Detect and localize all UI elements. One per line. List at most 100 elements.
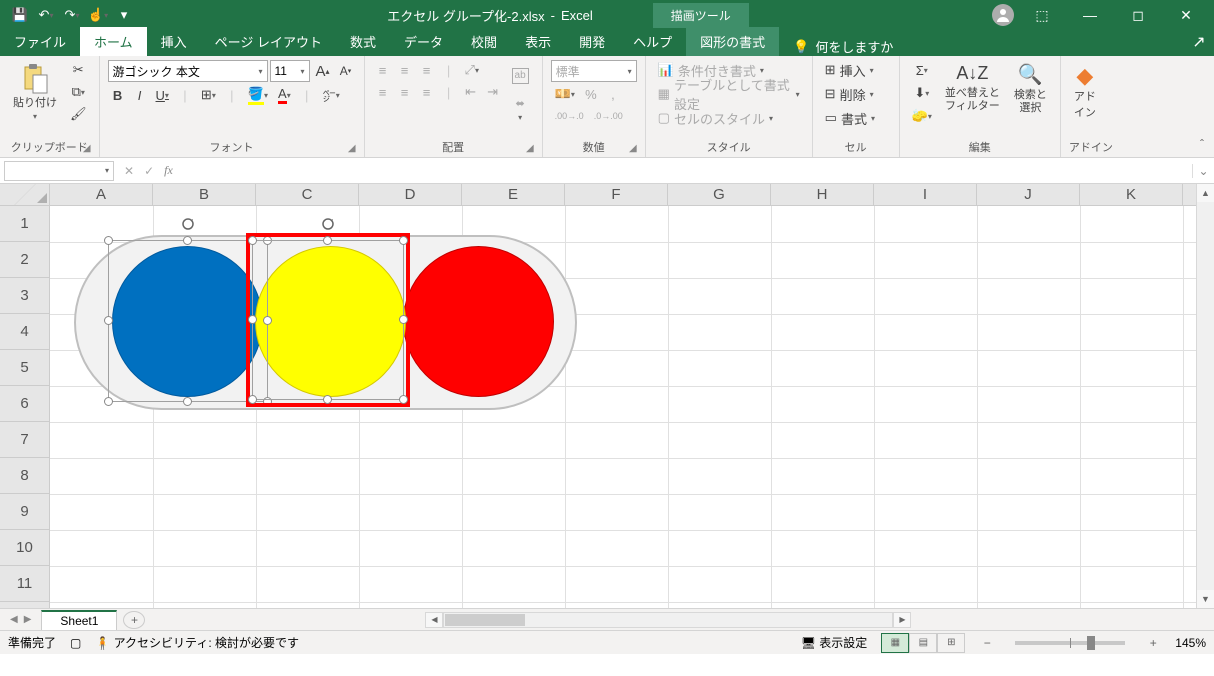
font-size-combo[interactable]: 11▾ [270, 60, 310, 82]
addins-button[interactable]: ◆ アド イン [1069, 60, 1101, 123]
align-middle-button[interactable]: ≡ [395, 60, 415, 80]
rotation-handle[interactable] [181, 217, 195, 231]
cell-styles-button[interactable]: ▢セルのスタイル▾ [654, 108, 804, 128]
tab-insert[interactable]: 挿入 [147, 27, 201, 56]
new-sheet-button[interactable]: + [123, 611, 145, 629]
horizontal-scrollbar[interactable]: ◀ ▶ [425, 612, 1214, 628]
user-account-button[interactable] [992, 4, 1014, 26]
scroll-track[interactable] [443, 612, 893, 628]
sheet-nav-next[interactable]: ▶ [24, 614, 32, 625]
scroll-thumb[interactable] [445, 614, 525, 626]
ribbon-display-options-button[interactable]: ⬚ [1022, 1, 1062, 29]
macro-record-button[interactable]: ▢ [70, 636, 81, 650]
close-button[interactable]: ✕ [1166, 1, 1206, 29]
column-header[interactable]: A [50, 184, 153, 205]
dialog-launcher-icon[interactable]: ◢ [629, 143, 637, 154]
zoom-slider-thumb[interactable] [1087, 636, 1095, 650]
rotation-handle[interactable] [321, 217, 335, 231]
row-header[interactable]: 10 [0, 530, 49, 566]
dialog-launcher-icon[interactable]: ◢ [83, 143, 91, 154]
select-all-button[interactable] [0, 184, 50, 205]
column-header[interactable]: K [1080, 184, 1183, 205]
insert-function-button[interactable]: fx [164, 163, 173, 178]
tab-shape-format[interactable]: 図形の書式 [686, 27, 779, 56]
tab-developer[interactable]: 開発 [565, 27, 619, 56]
column-header[interactable]: H [771, 184, 874, 205]
expand-formula-bar-button[interactable]: ⌄ [1192, 164, 1214, 178]
shrink-font-button[interactable]: A▾ [336, 61, 356, 81]
column-header[interactable]: B [153, 184, 256, 205]
worksheet-grid[interactable]: A B C D E F G H I J K 1 2 3 4 5 6 7 8 9 … [0, 184, 1214, 608]
row-header[interactable]: 1 [0, 206, 49, 242]
touch-mode-button[interactable]: ☝▾ [86, 3, 110, 27]
resize-handle[interactable] [323, 236, 332, 245]
redo-button[interactable]: ↷▾ [60, 3, 84, 27]
column-header[interactable]: C [256, 184, 359, 205]
column-header[interactable]: G [668, 184, 771, 205]
row-header[interactable]: 8 [0, 458, 49, 494]
dialog-launcher-icon[interactable]: ◢ [348, 143, 356, 154]
accounting-format-button[interactable]: 💴▾ [551, 84, 579, 104]
italic-button[interactable]: I [130, 85, 150, 105]
display-settings-button[interactable]: 🖥 表示設定 [801, 634, 868, 651]
find-select-button[interactable]: 🔍 検索と 選択 [1009, 60, 1052, 118]
merge-center-button[interactable]: ⬌▾ [507, 94, 534, 126]
save-button[interactable]: 💾 [8, 3, 32, 27]
formula-input[interactable] [183, 161, 1192, 181]
fill-button[interactable]: ⬇▾ [908, 83, 936, 103]
format-painter-button[interactable]: 🖌 [66, 104, 91, 124]
font-name-combo[interactable]: 游ゴシック 本文▾ [108, 60, 268, 82]
increase-indent-button[interactable]: ⇥ [483, 82, 503, 102]
column-header[interactable]: E [462, 184, 565, 205]
resize-handle[interactable] [399, 315, 408, 324]
qat-customize-button[interactable]: ▾ [112, 3, 136, 27]
resize-handle[interactable] [248, 395, 257, 404]
row-header[interactable]: 3 [0, 278, 49, 314]
tab-data[interactable]: データ [390, 27, 457, 56]
selection-box[interactable] [108, 240, 268, 402]
resize-handle[interactable] [323, 395, 332, 404]
undo-button[interactable]: ↶▾ [34, 3, 58, 27]
format-as-table-button[interactable]: ▦テーブルとして書式設定▾ [654, 84, 804, 104]
maximize-button[interactable]: ◻ [1118, 1, 1158, 29]
resize-handle[interactable] [248, 236, 257, 245]
resize-handle[interactable] [399, 395, 408, 404]
decrease-indent-button[interactable]: ⇤ [461, 82, 481, 102]
resize-handle[interactable] [248, 315, 257, 324]
share-button[interactable]: ↗ [1184, 28, 1214, 56]
dialog-launcher-icon[interactable]: ◢ [526, 143, 534, 154]
percent-format-button[interactable]: % [581, 84, 601, 104]
bold-button[interactable]: B [108, 85, 128, 105]
row-header[interactable]: 4 [0, 314, 49, 350]
zoom-in-button[interactable]: + [1145, 636, 1161, 650]
zoom-out-button[interactable]: − [979, 636, 995, 650]
clear-button[interactable]: 🧽▾ [908, 106, 936, 126]
align-left-button[interactable]: ≡ [373, 82, 393, 102]
resize-handle[interactable] [183, 236, 192, 245]
align-top-button[interactable]: ≡ [373, 60, 393, 80]
row-header[interactable]: 2 [0, 242, 49, 278]
row-header[interactable]: 11 [0, 566, 49, 602]
accessibility-status[interactable]: 🧍 アクセシビリティ: 検討が必要です [95, 634, 299, 651]
resize-handle[interactable] [104, 316, 113, 325]
autosum-button[interactable]: Σ▾ [908, 60, 936, 80]
zoom-slider[interactable] [1015, 641, 1125, 645]
cancel-formula-button[interactable]: ✕ [124, 164, 134, 178]
phonetic-button[interactable]: ㌻▾ [319, 85, 344, 105]
resize-handle[interactable] [104, 236, 113, 245]
row-header[interactable]: 5 [0, 350, 49, 386]
minimize-button[interactable]: — [1070, 1, 1110, 29]
tab-file[interactable]: ファイル [0, 27, 80, 56]
zoom-level-label[interactable]: 145% [1175, 636, 1206, 650]
wrap-text-button[interactable]: ab [507, 60, 534, 92]
grow-font-button[interactable]: A▴ [312, 61, 334, 81]
tab-view[interactable]: 表示 [511, 27, 565, 56]
resize-handle[interactable] [183, 397, 192, 406]
row-header[interactable]: 7 [0, 422, 49, 458]
red-circle-shape[interactable] [403, 246, 554, 397]
resize-handle[interactable] [104, 397, 113, 406]
insert-cells-button[interactable]: ⊞挿入▾ [821, 60, 891, 80]
tab-help[interactable]: ヘルプ [619, 27, 686, 56]
comma-format-button[interactable]: , [603, 84, 623, 104]
scroll-down-button[interactable]: ▼ [1197, 590, 1214, 608]
